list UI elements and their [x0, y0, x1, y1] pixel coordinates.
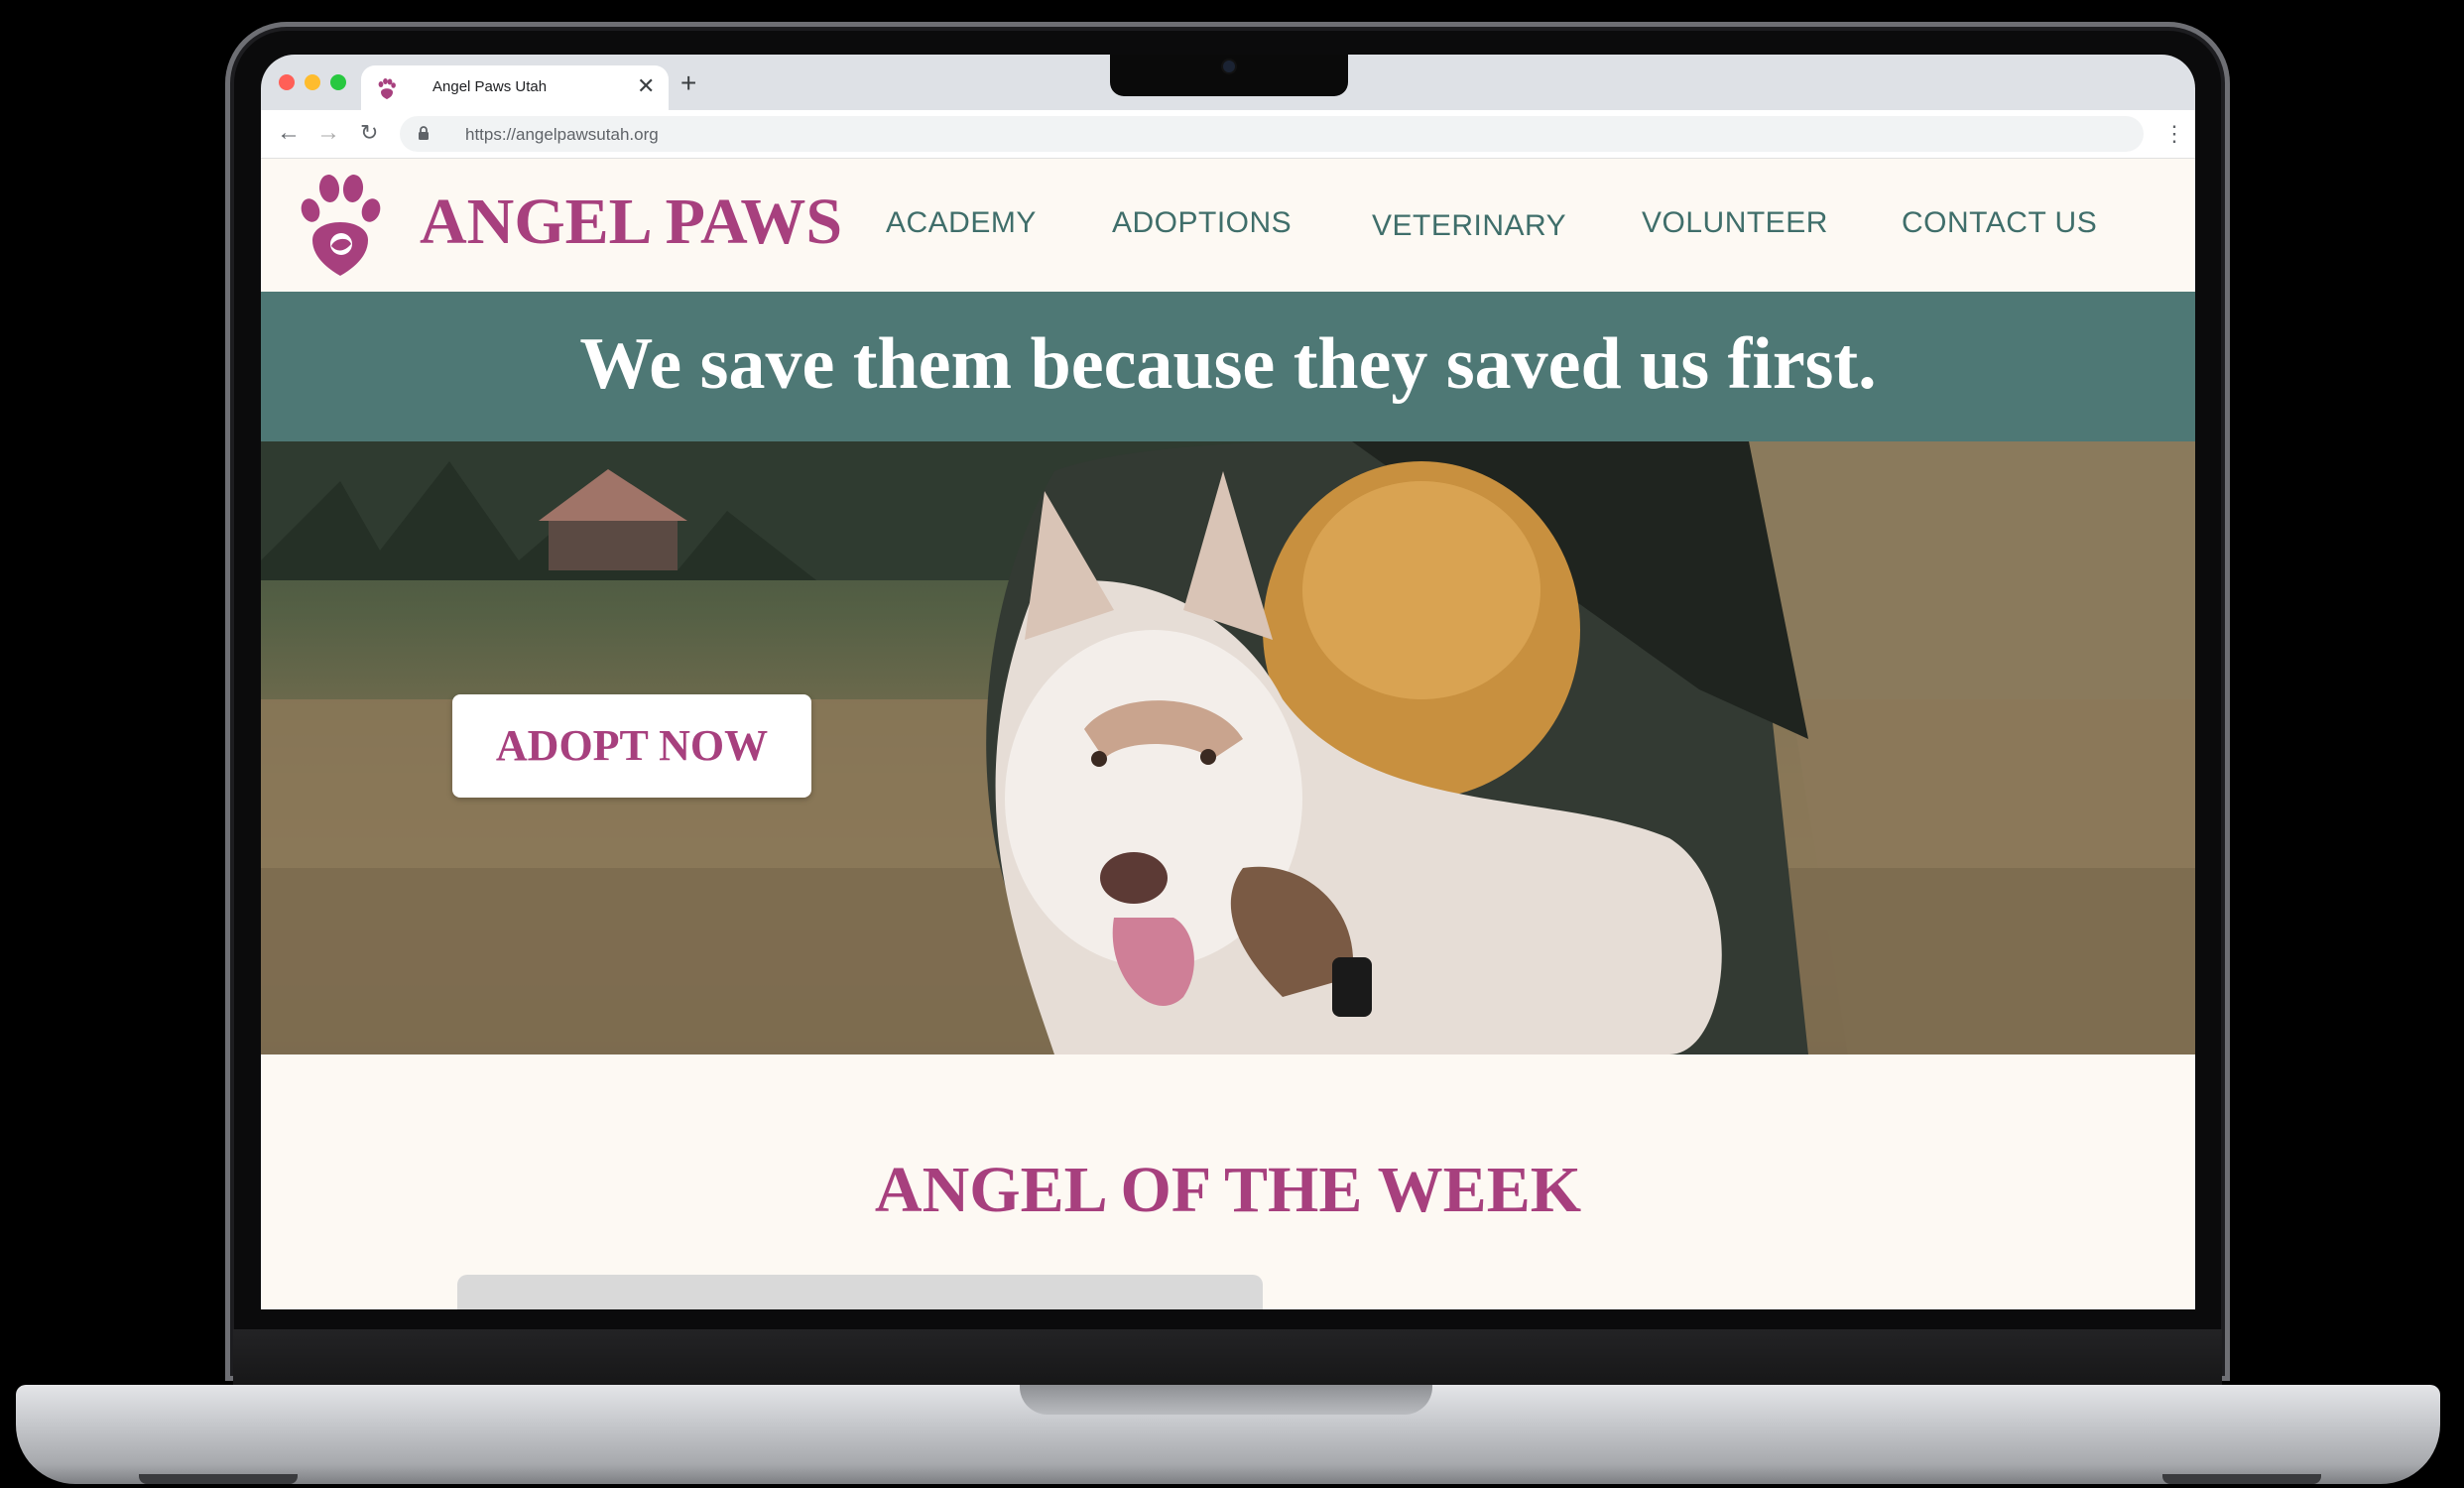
tagline-banner: We save them because they saved us first… — [261, 292, 2195, 441]
nav-volunteer[interactable]: VOLUNTEER — [1642, 205, 1828, 241]
kebab-menu-icon[interactable]: ⋮ — [2163, 120, 2185, 148]
webcam-icon — [1223, 61, 1235, 72]
adopt-now-label: ADOPT NOW — [495, 721, 769, 770]
address-bar[interactable]: https://angelpawsutah.org — [400, 116, 2144, 152]
browser-tab[interactable]: Angel Paws Utah ✕ — [361, 65, 669, 110]
maximize-window-button[interactable] — [330, 74, 346, 90]
laptop-screen: Angel Paws Utah ✕ + ← → ↻ https://angelp… — [261, 55, 2195, 1309]
nav-academy[interactable]: ACADEMY — [886, 205, 1037, 241]
browser-toolbar: ← → ↻ https://angelpawsutah.org ⋮ — [261, 110, 2195, 159]
tagline-text: We save them because they saved us first… — [579, 323, 1877, 405]
paw-logo-icon[interactable] — [299, 173, 382, 278]
nav-contact-us[interactable]: CONTACT US — [1902, 205, 2097, 241]
site-header: ANGEL PAWS ACADEMY ADOPTIONS VETERINARY … — [261, 159, 2195, 292]
url-text: https://angelpawsutah.org — [465, 125, 659, 144]
tab-title: Angel Paws Utah — [432, 78, 548, 95]
reload-icon[interactable]: ↻ — [360, 119, 378, 147]
laptop-foot-right — [2162, 1474, 2321, 1484]
close-window-button[interactable] — [279, 74, 295, 90]
featured-pet-card[interactable] — [457, 1275, 1263, 1309]
browser-tab-strip: Angel Paws Utah ✕ + — [261, 55, 2195, 110]
webpage: ANGEL PAWS ACADEMY ADOPTIONS VETERINARY … — [261, 159, 2195, 1309]
laptop-bottom-bezel — [233, 1329, 2222, 1389]
brand-logo-text[interactable]: ANGEL PAWS — [420, 185, 842, 260]
laptop-opening-notch — [1020, 1385, 1432, 1415]
lock-icon — [419, 126, 429, 140]
new-tab-icon[interactable]: + — [680, 69, 696, 97]
laptop-foot-left — [139, 1474, 298, 1484]
minimize-window-button[interactable] — [305, 74, 320, 90]
adopt-now-button[interactable]: ADOPT NOW — [452, 694, 811, 798]
forward-arrow-icon[interactable]: → — [316, 119, 340, 147]
nav-veterinary[interactable]: VETERINARY — [1372, 208, 1566, 244]
paw-favicon-icon — [378, 78, 396, 99]
back-arrow-icon[interactable]: ← — [277, 119, 301, 147]
hero-image: ADOPT NOW — [261, 441, 2195, 1054]
nav-adoptions[interactable]: ADOPTIONS — [1112, 205, 1292, 241]
close-tab-icon[interactable]: ✕ — [637, 73, 655, 99]
angel-of-the-week-heading: ANGEL OF THE WEEK — [874, 1154, 1582, 1226]
